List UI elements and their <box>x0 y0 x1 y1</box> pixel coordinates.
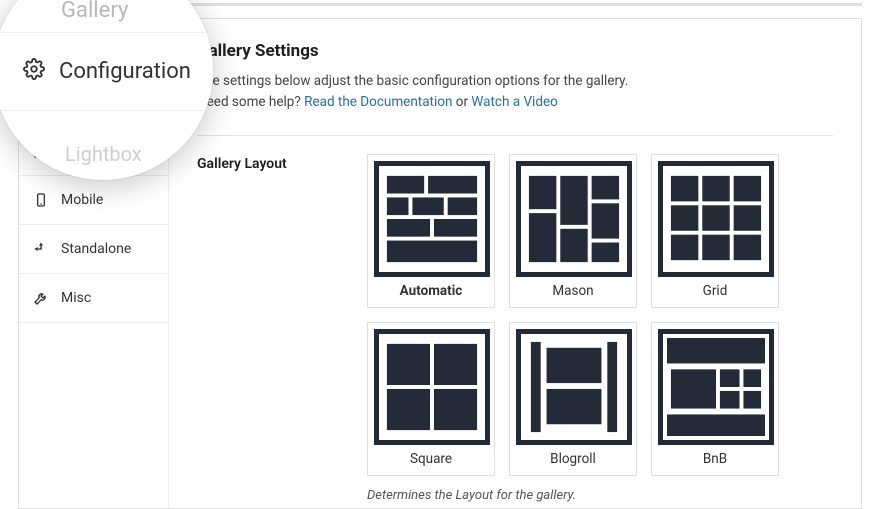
page-title: Gallery Settings <box>197 41 833 61</box>
gear-icon <box>23 58 45 84</box>
description-prefix: Need some help? <box>197 94 304 110</box>
layout-label: Grid <box>658 283 772 299</box>
divider <box>197 135 833 136</box>
magnifier-lightbox-label: Lightbox <box>65 142 142 166</box>
description: The settings below adjust the basic conf… <box>197 71 833 113</box>
sidebar-item-label: Misc <box>61 290 91 306</box>
description-or: or <box>456 94 472 110</box>
layouts-grid: Automatic Mason <box>367 154 833 476</box>
sidebar-item-mobile[interactable]: Mobile <box>19 176 168 225</box>
sidebar-item-label: Mobile <box>61 192 103 208</box>
layout-card-blogroll[interactable]: Blogroll <box>509 322 637 476</box>
magnifier-overlay: Gallery Configuration Lightbox <box>0 0 213 180</box>
layout-label: Blogroll <box>516 451 630 467</box>
layout-thumb-square <box>374 329 490 445</box>
layout-label: Mason <box>516 283 630 299</box>
field-label: Gallery Layout <box>197 154 367 172</box>
layout-card-automatic[interactable]: Automatic <box>367 154 495 308</box>
layout-row: Gallery Layout Automatic <box>197 154 833 503</box>
read-documentation-link[interactable]: Read the Documentation <box>304 94 452 110</box>
wrench-icon <box>33 290 49 306</box>
main-panel: Gallery Settings The settings below adju… <box>169 19 861 508</box>
layout-label: Square <box>374 451 488 467</box>
layouts-area: Automatic Mason <box>367 154 833 503</box>
helper-text: Determines the Layout for the gallery. <box>367 488 833 503</box>
layout-card-grid[interactable]: Grid <box>651 154 779 308</box>
layout-card-mason[interactable]: Mason <box>509 154 637 308</box>
watch-video-link[interactable]: Watch a Video <box>471 94 557 110</box>
layout-thumb-automatic <box>374 161 490 277</box>
magnifier-configuration-label: Configuration <box>59 59 191 84</box>
tag-icon <box>33 241 49 257</box>
layout-label: BnB <box>658 451 772 467</box>
layout-thumb-mason <box>516 161 632 277</box>
layout-label: Automatic <box>374 283 488 299</box>
magnifier-gallery-label: Gallery <box>61 0 128 23</box>
mobile-icon <box>33 192 49 208</box>
sidebar-item-misc[interactable]: Misc <box>19 274 168 323</box>
layout-thumb-bnb <box>658 329 774 445</box>
layout-thumb-blogroll <box>516 329 632 445</box>
layout-thumb-grid <box>658 161 774 277</box>
sidebar-item-standalone[interactable]: Standalone <box>19 225 168 274</box>
layout-card-square[interactable]: Square <box>367 322 495 476</box>
sidebar-item-label: Standalone <box>61 241 131 257</box>
description-line-1: The settings below adjust the basic conf… <box>197 73 628 89</box>
layout-card-bnb[interactable]: BnB <box>651 322 779 476</box>
